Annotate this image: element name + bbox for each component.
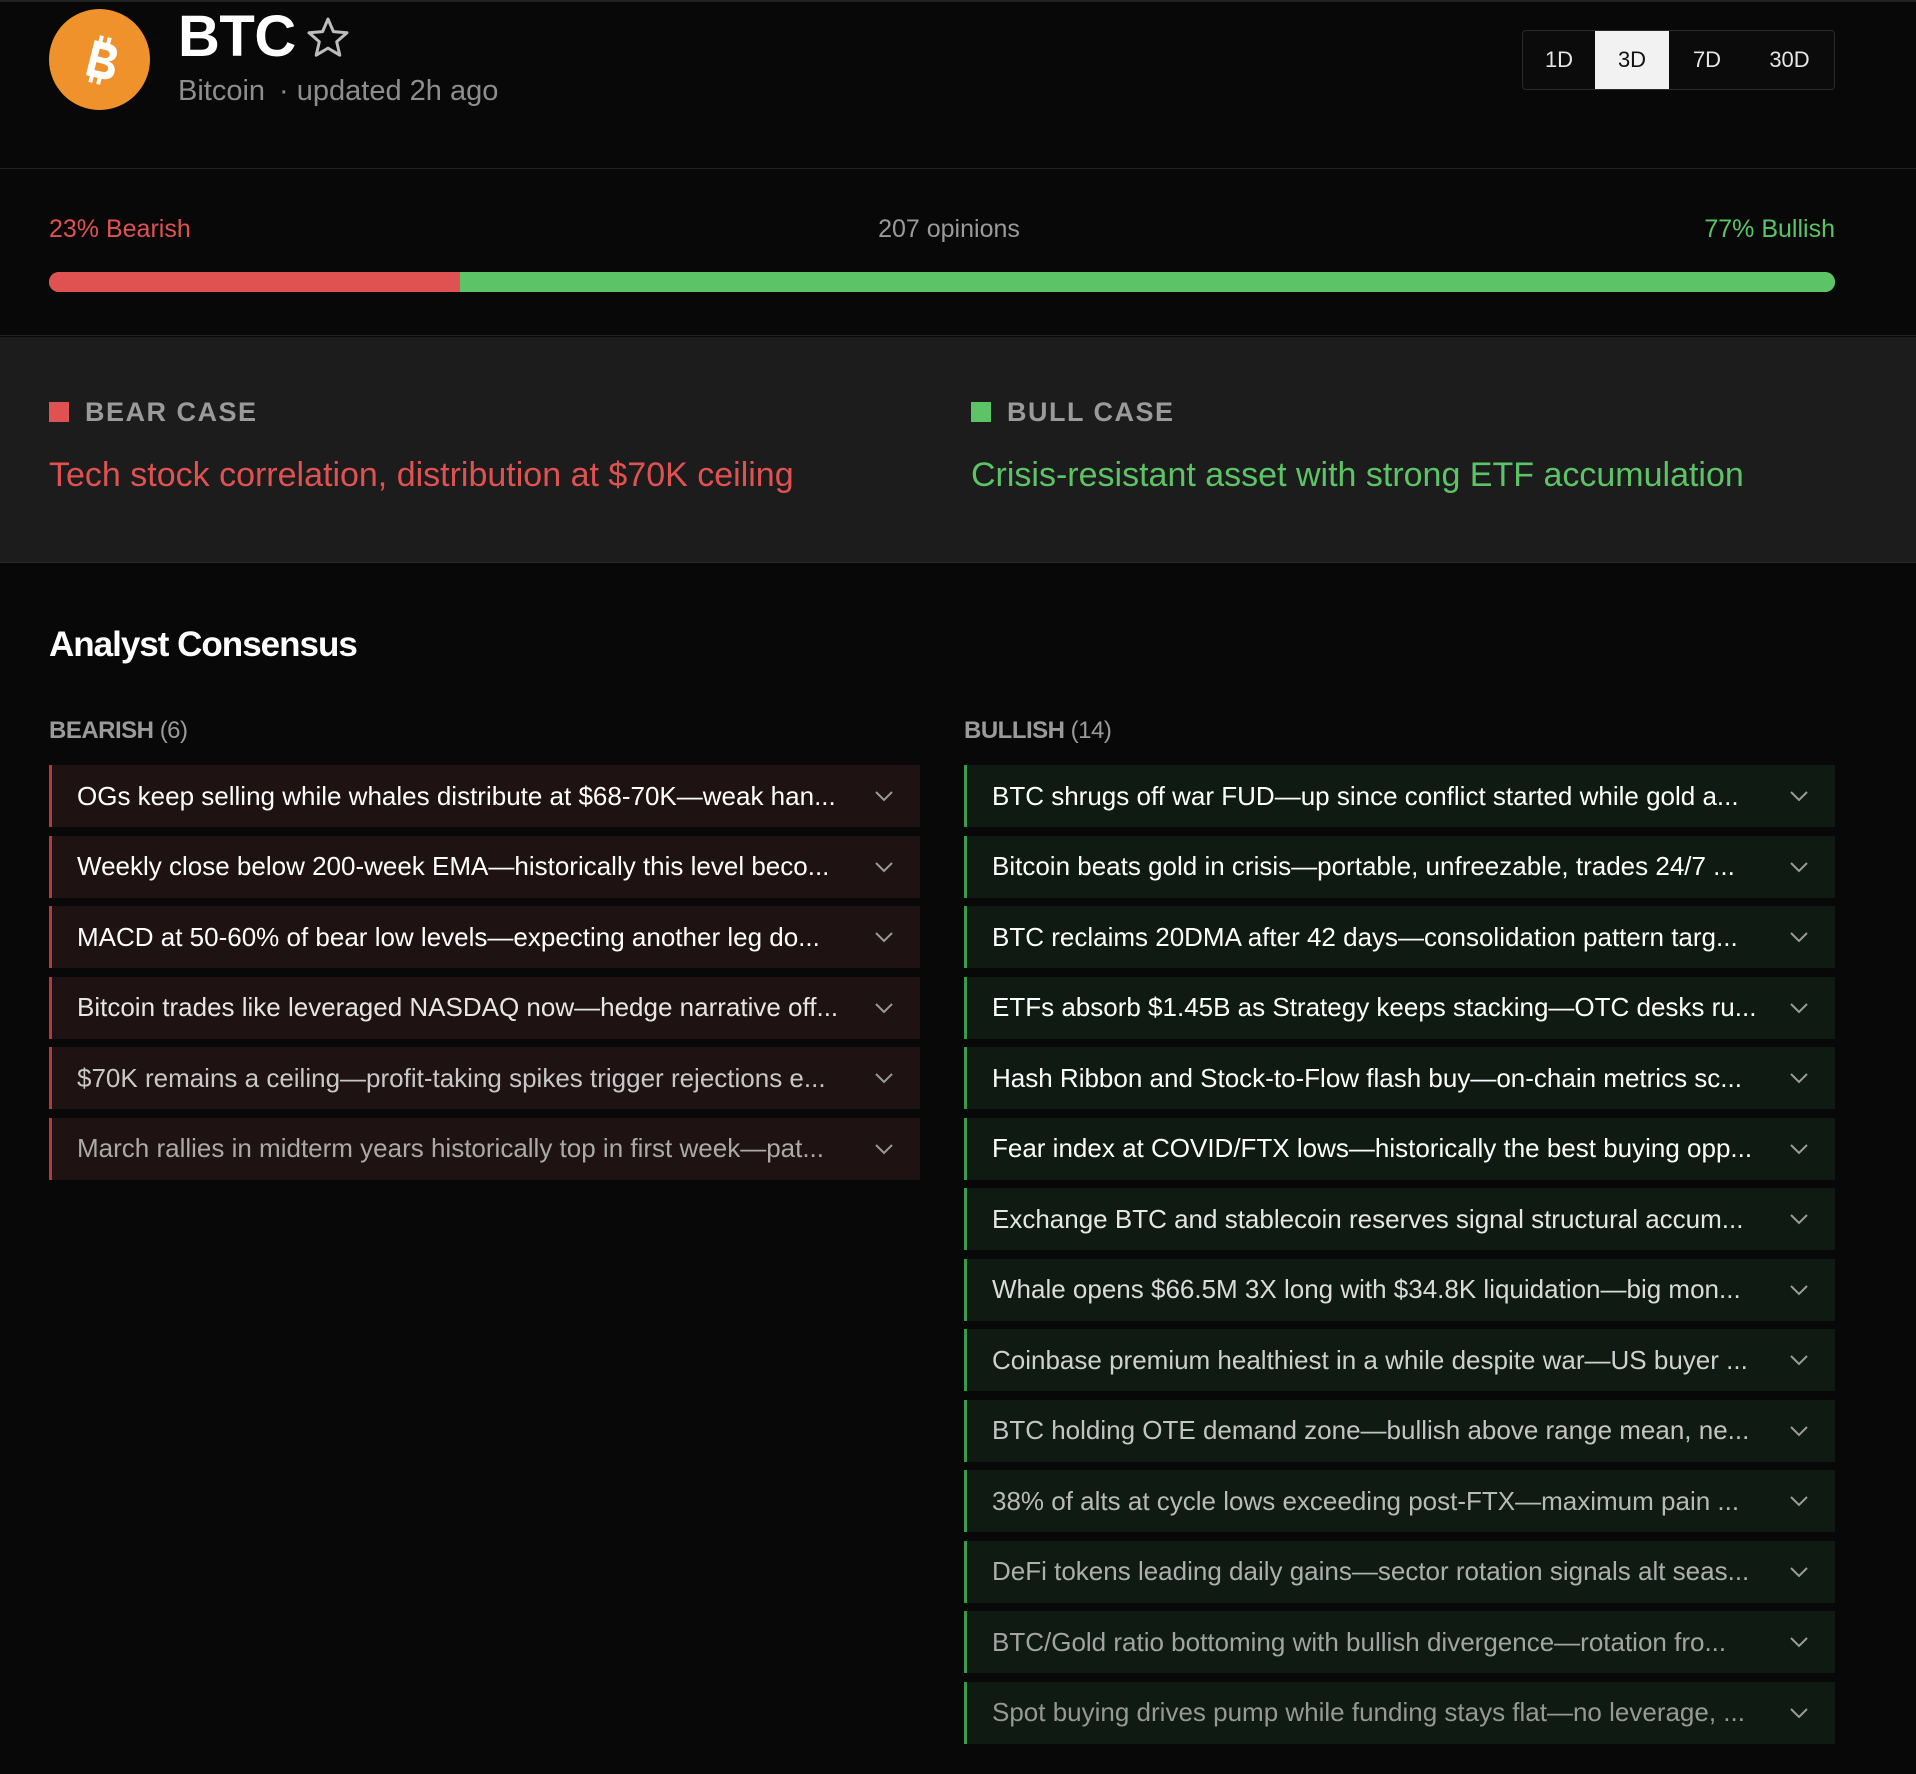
chevron-down-icon[interactable] (874, 928, 894, 946)
bearish-opinion-item[interactable]: MACD at 50-60% of bear low levels—expect… (49, 906, 920, 968)
bearish-opinion-item[interactable]: Weekly close below 200-week EMA—historic… (49, 835, 920, 898)
range-tab-7d[interactable]: 7D (1669, 31, 1745, 89)
sentiment-section: 207 opinions 23% Bearish 77% Bullish (0, 170, 1916, 336)
chevron-down-icon[interactable] (1789, 1351, 1809, 1369)
page: BTC Bitcoin · updated 2h ago 1D 3D 7D 30D… (0, 0, 1916, 1774)
time-range-tabs: 1D 3D 7D 30D (1522, 30, 1835, 90)
bear-case-heading: BEAR CASE (49, 397, 258, 427)
bear-case-text: Tech stock correlation, distribution at … (49, 456, 794, 494)
bitcoin-b-icon (85, 34, 117, 85)
chevron-down-icon[interactable] (874, 858, 894, 876)
chevron-down-icon[interactable] (1789, 1492, 1809, 1510)
chevron-down-icon[interactable] (1789, 928, 1809, 946)
bullish-opinion-list: BTC shrugs off war FUD—up since conflict… (964, 765, 1835, 1752)
opinion-text: BTC shrugs off war FUD—up since conflict… (992, 780, 1739, 811)
opinion-text: OGs keep selling while whales distribute… (77, 780, 836, 811)
chevron-down-icon[interactable] (1789, 1210, 1809, 1228)
opinion-text: Weekly close below 200-week EMA—historic… (77, 851, 830, 881)
chevron-down-icon[interactable] (1789, 1704, 1809, 1722)
bull-case-text: Crisis-resistant asset with strong ETF a… (971, 456, 1744, 494)
sentiment-bar (49, 272, 1835, 292)
bullish-opinion-item[interactable]: DeFi tokens leading daily gains—sector r… (964, 1540, 1835, 1603)
opinion-text: Fear index at COVID/FTX lows—historicall… (992, 1133, 1753, 1163)
bear-case-label: BEAR CASE (85, 397, 258, 427)
bull-case-label: BULL CASE (1007, 397, 1175, 427)
asset-symbol: BTC (178, 4, 296, 69)
opinions-count: 207 opinions (878, 215, 1020, 243)
chevron-down-icon[interactable] (1789, 1069, 1809, 1087)
chevron-down-icon[interactable] (1789, 787, 1809, 805)
range-tab-3d[interactable]: 3D (1595, 31, 1669, 89)
range-tab-1d[interactable]: 1D (1523, 31, 1595, 89)
bearish-percent: 23% Bearish (49, 215, 191, 243)
opinion-text: $70K remains a ceiling—profit-taking spi… (77, 1062, 826, 1093)
opinion-text: DeFi tokens leading daily gains—sector r… (992, 1556, 1750, 1586)
bearish-opinion-item[interactable]: Bitcoin trades like leveraged NASDAQ now… (49, 976, 920, 1039)
bullish-opinion-item[interactable]: BTC reclaims 20DMA after 42 days—consoli… (964, 906, 1835, 968)
analyst-consensus-title: Analyst Consensus (49, 625, 358, 664)
bullish-opinion-item[interactable]: Fear index at COVID/FTX lows—historicall… (964, 1117, 1835, 1180)
chevron-down-icon[interactable] (1789, 999, 1809, 1017)
bearish-opinion-item[interactable]: March rallies in midterm years historica… (49, 1117, 920, 1180)
chevron-down-icon[interactable] (874, 1069, 894, 1087)
chevron-down-icon[interactable] (1789, 1140, 1809, 1158)
opinion-text: 38% of alts at cycle lows exceeding post… (992, 1485, 1740, 1516)
bullish-opinion-item[interactable]: BTC holding OTE demand zone—bullish abov… (964, 1399, 1835, 1462)
chevron-down-icon[interactable] (874, 787, 894, 805)
bullish-count: (14) (1070, 717, 1112, 744)
updated-time: · updated 2h ago (279, 75, 499, 107)
bullish-opinion-item[interactable]: BTC/Gold ratio bottoming with bullish di… (964, 1611, 1835, 1673)
bullish-opinion-item[interactable]: BTC shrugs off war FUD—up since conflict… (964, 765, 1835, 827)
chevron-down-icon[interactable] (1789, 1633, 1809, 1651)
chevron-down-icon[interactable] (1789, 1563, 1809, 1581)
opinion-text: Coinbase premium healthiest in a while d… (992, 1344, 1748, 1375)
sentiment-bar-bullish (459, 272, 1835, 292)
opinion-text: Bitcoin trades like leveraged NASDAQ now… (77, 992, 839, 1022)
opinion-text: Bitcoin beats gold in crisis—portable, u… (992, 851, 1735, 881)
bullish-opinion-item[interactable]: Bitcoin beats gold in crisis—portable, u… (964, 835, 1835, 898)
opinion-text: Spot buying drives pump while funding st… (992, 1697, 1745, 1727)
opinion-text: Whale opens $66.5M 3X long with $34.8K l… (992, 1274, 1741, 1304)
star-icon[interactable] (304, 14, 352, 62)
bear-square-icon (49, 402, 69, 422)
opinion-text: March rallies in midterm years historica… (77, 1133, 825, 1163)
chevron-down-icon[interactable] (1789, 1281, 1809, 1299)
chevron-down-icon[interactable] (874, 1140, 894, 1158)
bitcoin-logo-icon (49, 9, 150, 110)
bullish-opinion-item[interactable]: Hash Ribbon and Stock-to-Flow flash buy—… (964, 1047, 1835, 1109)
opinion-text: BTC/Gold ratio bottoming with bullish di… (992, 1626, 1727, 1657)
bullish-label: BULLISH (964, 717, 1065, 744)
bull-case-heading: BULL CASE (971, 397, 1175, 427)
chevron-down-icon[interactable] (1789, 1422, 1809, 1440)
bullish-column-heading: BULLISH (14) (964, 716, 1112, 746)
opinion-text: Hash Ribbon and Stock-to-Flow flash buy—… (992, 1062, 1742, 1093)
range-tab-30d[interactable]: 30D (1745, 31, 1834, 89)
chevron-down-icon[interactable] (1789, 858, 1809, 876)
bearish-column-heading: BEARISH (6) (49, 716, 188, 746)
opinion-text: ETFs absorb $1.45B as Strategy keeps sta… (992, 992, 1757, 1022)
asset-header: BTC Bitcoin · updated 2h ago 1D 3D 7D 30D (0, 0, 1916, 169)
bullish-opinion-item[interactable]: Coinbase premium healthiest in a while d… (964, 1329, 1835, 1391)
bearish-opinion-item[interactable]: $70K remains a ceiling—profit-taking spi… (49, 1047, 920, 1109)
bullish-opinion-item[interactable]: 38% of alts at cycle lows exceeding post… (964, 1470, 1835, 1532)
opinion-text: MACD at 50-60% of bear low levels—expect… (77, 921, 820, 952)
asset-subtitle: Bitcoin · updated 2h ago (178, 74, 498, 108)
bull-square-icon (971, 402, 991, 422)
asset-name: Bitcoin (178, 75, 266, 107)
bullish-opinion-item[interactable]: Exchange BTC and stablecoin reserves sig… (964, 1188, 1835, 1250)
opinion-text: Exchange BTC and stablecoin reserves sig… (992, 1203, 1744, 1234)
bullish-opinion-item[interactable]: Whale opens $66.5M 3X long with $34.8K l… (964, 1258, 1835, 1321)
opinion-text: BTC holding OTE demand zone—bullish abov… (992, 1415, 1750, 1445)
bullish-percent: 77% Bullish (1704, 215, 1835, 243)
bearish-count: (6) (159, 717, 188, 744)
chevron-down-icon[interactable] (874, 999, 894, 1017)
bullish-opinion-item[interactable]: Spot buying drives pump while funding st… (964, 1681, 1835, 1744)
cases-section: BEAR CASE Tech stock correlation, distri… (0, 337, 1916, 563)
bearish-opinion-list: OGs keep selling while whales distribute… (49, 765, 920, 1188)
bearish-label: BEARISH (49, 717, 154, 744)
bullish-opinion-item[interactable]: ETFs absorb $1.45B as Strategy keeps sta… (964, 976, 1835, 1039)
bearish-opinion-item[interactable]: OGs keep selling while whales distribute… (49, 765, 920, 827)
opinion-text: BTC reclaims 20DMA after 42 days—consoli… (992, 921, 1738, 952)
sentiment-bar-bearish (49, 272, 460, 292)
